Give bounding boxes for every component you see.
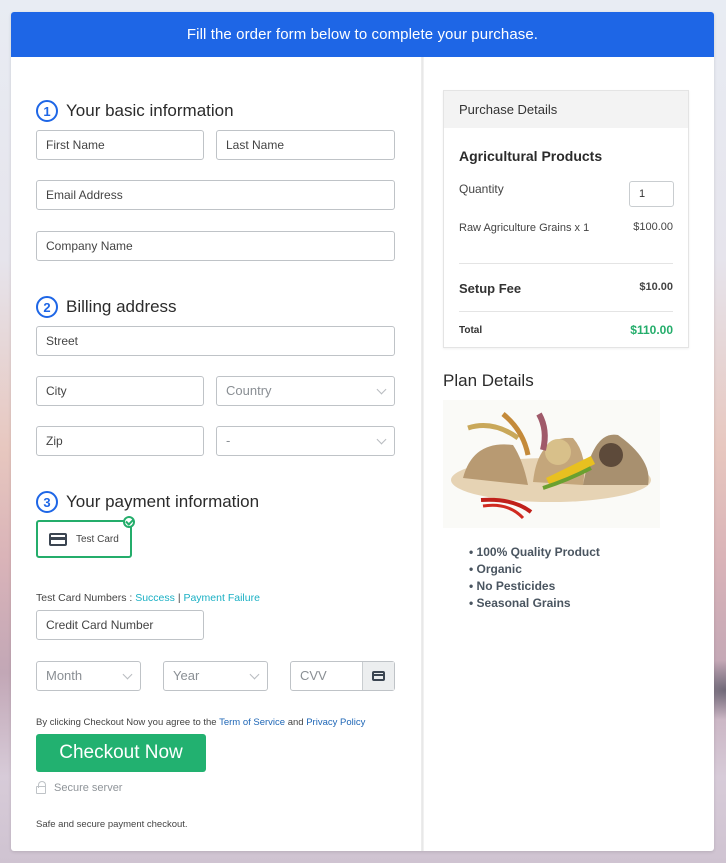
plan-feature: 100% Quality Product [469,544,600,561]
terms-text: By clicking Checkout Now you agree to th… [36,717,365,728]
cvv-input[interactable]: CVV [290,661,395,691]
year-selected: Year [173,668,200,683]
item-price: $100.00 [633,221,673,233]
total-value: $110.00 [630,323,673,337]
divider [459,263,673,264]
setup-fee-value: $10.00 [639,281,673,293]
product-image [443,400,660,528]
step-3-icon: 3 [36,491,58,513]
month-selected: Month [46,668,83,683]
section-title: Your payment information [66,492,260,511]
chevron-down-icon [122,669,133,680]
month-select[interactable]: Month [36,661,141,691]
plan-feature: No Pesticides [469,578,600,595]
test-numbers-label: Test Card Numbers : [36,592,133,604]
country-selected: Country [226,383,272,398]
success-link[interactable]: Success [135,592,175,604]
step-1-icon: 1 [36,100,58,122]
first-name-input[interactable]: First Name [36,130,204,160]
secure-server-label: Secure server [54,782,123,794]
checkout-now-button[interactable]: Checkout Now [36,734,206,772]
section-title: Billing address [66,297,177,316]
header-banner: Fill the order form below to complete yo… [11,12,714,57]
plan-details-title: Plan Details [443,371,534,390]
privacy-policy-link[interactable]: Privacy Policy [306,717,365,728]
quantity-input[interactable]: 1 [629,181,674,207]
email-input[interactable]: Email Address [36,180,395,210]
section-title: Your basic information [66,101,234,120]
chevron-down-icon [249,669,260,680]
check-circle-icon [123,516,135,528]
divider [459,311,673,312]
terms-prefix: By clicking Checkout Now you agree to th… [36,717,217,728]
plan-features-list: 100% Quality Product Organic No Pesticid… [469,544,600,612]
payment-method-test-card[interactable]: Test Card [36,516,135,558]
terms-of-service-link[interactable]: Term of Service [219,717,285,728]
product-title: Agricultural Products [459,148,603,164]
safe-checkout-note: Safe and secure payment checkout. [36,819,188,830]
cvv-placeholder: CVV [300,668,327,683]
credit-card-icon [49,532,67,546]
plan-feature: Organic [469,561,600,578]
order-form: 1 Your basic information First Name Last… [11,57,421,851]
country-select[interactable]: Country [216,376,395,406]
grains-illustration [451,412,651,520]
section-billing: 2 Billing address [36,296,177,318]
city-input[interactable]: City [36,376,204,406]
secure-server: Secure server [36,781,123,794]
purchase-details-box: Purchase Details Agricultural Products Q… [443,90,689,348]
terms-and: and [287,717,304,728]
cvv-card-button[interactable] [362,662,394,690]
state-selected: - [226,433,231,448]
chevron-down-icon [376,434,387,445]
year-select[interactable]: Year [163,661,268,691]
payment-failure-link[interactable]: Payment Failure [183,592,259,604]
state-select[interactable]: - [216,426,395,456]
last-name-input[interactable]: Last Name [216,130,395,160]
link-separator: | [177,592,181,604]
card-number-input[interactable]: Credit Card Number [36,610,204,640]
credit-card-icon [372,671,385,681]
payment-method-label: Test Card [76,533,119,545]
purchase-details-header: Purchase Details [444,91,688,128]
step-2-icon: 2 [36,296,58,318]
plan-feature: Seasonal Grains [469,595,600,612]
street-input[interactable]: Street [36,326,395,356]
order-form-card: Fill the order form below to complete yo… [11,12,714,851]
section-payment: 3 Your payment information [36,491,259,513]
section-basic-info: 1 Your basic information [36,100,234,122]
test-card-numbers: Test Card Numbers : Success | Payment Fa… [36,592,260,604]
summary-panel: Purchase Details Agricultural Products Q… [424,57,714,851]
chevron-down-icon [376,384,387,395]
company-input[interactable]: Company Name [36,231,395,261]
lock-icon [36,781,46,794]
zip-input[interactable]: Zip [36,426,204,456]
